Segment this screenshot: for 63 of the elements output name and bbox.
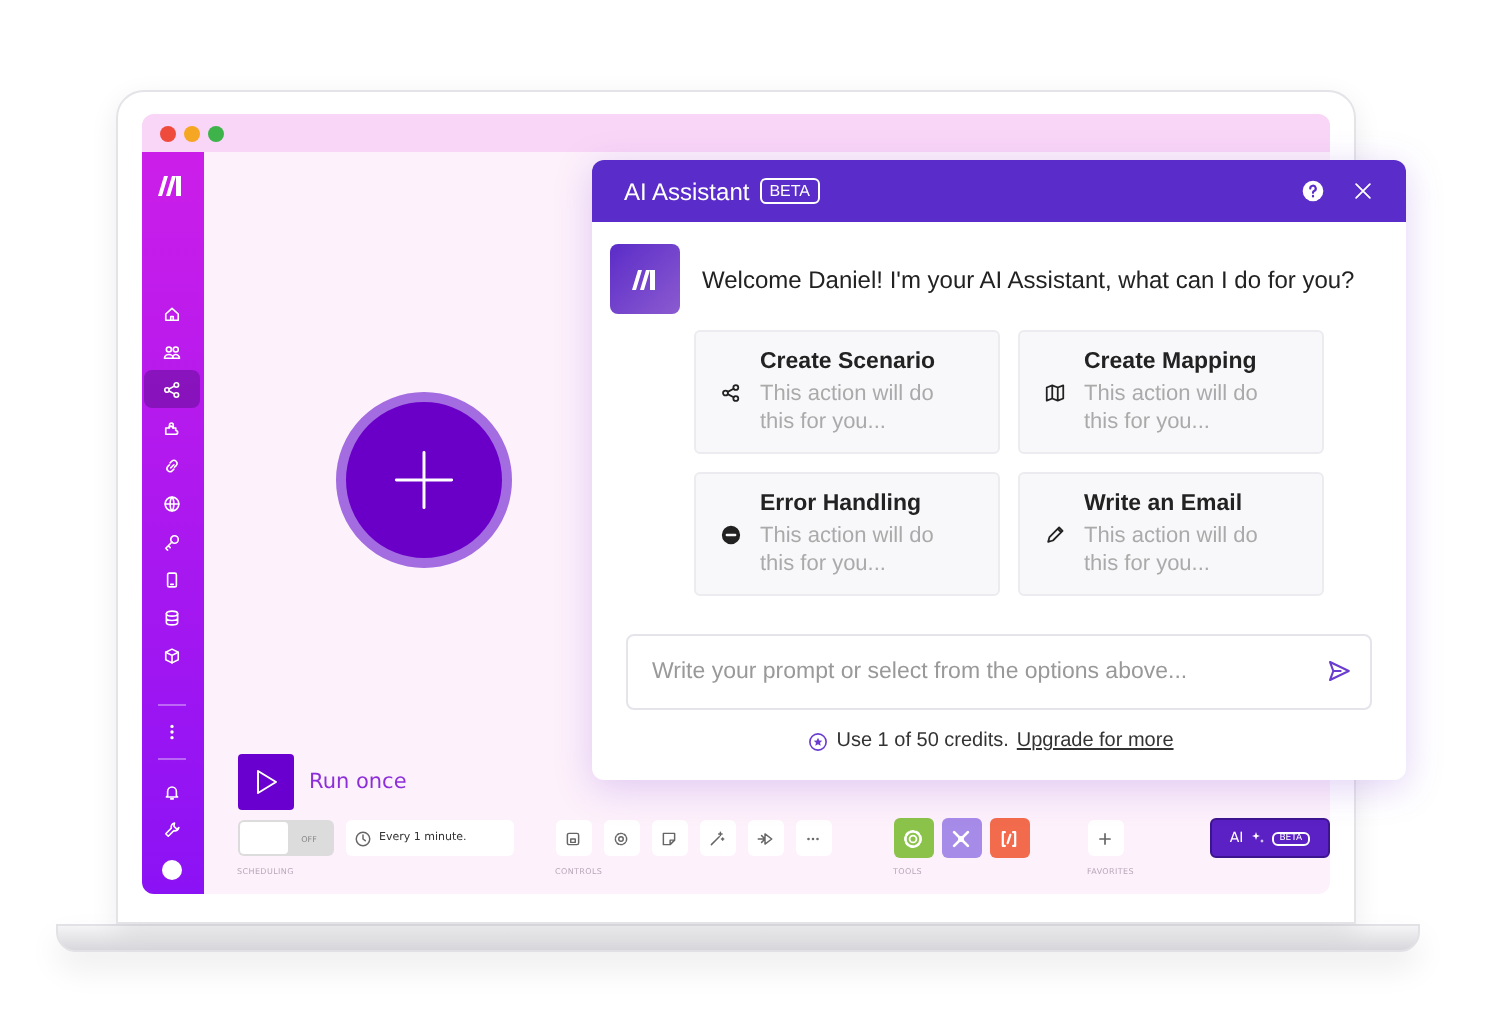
action-description: This action will do this for you...: [760, 521, 936, 577]
magic-wand-icon: [708, 829, 726, 847]
assistant-avatar: [610, 244, 680, 314]
beta-badge: BETA: [759, 178, 821, 204]
tool-button[interactable]: [941, 818, 981, 858]
puzzle-icon: [162, 417, 183, 437]
run-once-label[interactable]: Run once: [309, 770, 407, 794]
key-icon: [162, 531, 183, 551]
settings-button[interactable]: [603, 820, 639, 856]
assistant-title: AI Assistant: [624, 177, 750, 205]
action-description: This action will do this for you...: [1084, 379, 1260, 435]
action-description: This action will do this for you...: [760, 379, 936, 435]
phone-icon: [162, 569, 183, 589]
minus-circle-icon: [720, 523, 742, 545]
send-icon[interactable]: [1326, 658, 1352, 684]
share-icon: [720, 381, 742, 403]
credits-text: Use 1 of 50 credits.: [836, 730, 1009, 752]
add-favorite-button[interactable]: [1087, 820, 1123, 856]
action-title: Write an Email: [1084, 491, 1245, 515]
maximize-window-dot[interactable]: [208, 125, 224, 141]
home-icon: [162, 303, 183, 323]
tool-button[interactable]: [989, 818, 1029, 858]
action-description: This action will do this for you...: [1084, 521, 1260, 577]
plus-icon: [1096, 829, 1114, 847]
database-icon: [162, 607, 183, 627]
pencil-icon: [1044, 523, 1066, 545]
avatar[interactable]: [162, 860, 183, 880]
save-button[interactable]: [555, 820, 591, 856]
star-badge-icon: [808, 731, 829, 751]
action-card[interactable]: Error Handling This action will do this for you...: [694, 472, 1000, 596]
cube-icon: [162, 645, 183, 665]
crossed-tools-icon: [950, 827, 972, 849]
minimize-window-dot[interactable]: [184, 125, 200, 141]
action-card[interactable]: Create Scenario This action will do this for you...: [694, 330, 1000, 454]
prompt-field[interactable]: Write your prompt or select from the options above...: [626, 634, 1372, 710]
bell-icon[interactable]: [162, 781, 183, 801]
brackets-icon: [998, 827, 1020, 849]
share-icon: [162, 379, 183, 399]
clock-icon: [353, 829, 371, 847]
action-title: Create Scenario: [760, 349, 938, 373]
map-icon: [1044, 381, 1066, 403]
sparkle-icon: [1249, 830, 1266, 846]
action-title: Error Handling: [760, 491, 924, 515]
notes-button[interactable]: [651, 820, 687, 856]
upgrade-link[interactable]: Upgrade for more: [1016, 730, 1174, 752]
welcome-message: Welcome Daniel! I'm your AI Assistant, what can I do for you?: [702, 265, 1355, 293]
note-icon: [660, 829, 678, 847]
flow-icon: [756, 829, 774, 847]
help-icon[interactable]: [1302, 180, 1324, 202]
users-icon: [162, 341, 183, 361]
auto-align-button[interactable]: [699, 820, 735, 856]
plus-icon: [389, 446, 457, 514]
globe-icon: [162, 493, 183, 513]
close-window-dot[interactable]: [160, 125, 176, 141]
link-icon: [162, 455, 183, 475]
close-icon[interactable]: [1352, 180, 1374, 202]
wrench-icon[interactable]: [162, 819, 183, 839]
action-title: Create Mapping: [1084, 349, 1259, 373]
run-once-button[interactable]: [237, 754, 293, 810]
action-card[interactable]: Create Mapping This action will do this for you...: [1018, 330, 1324, 454]
action-card[interactable]: Write an Email This action will do this for you...: [1018, 472, 1324, 596]
sidebar-item[interactable]: [144, 370, 201, 408]
flow-button[interactable]: [747, 820, 783, 856]
